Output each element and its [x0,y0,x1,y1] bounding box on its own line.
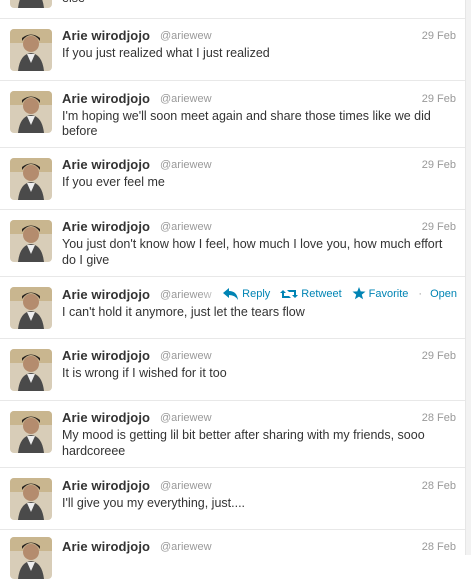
tweet-text-line: do I give [62,253,110,267]
avatar-photo [10,91,52,133]
tweet-text-line: It is wrong if I wished for it too [62,366,227,380]
user-name[interactable]: Arie wirodjojo [62,219,150,234]
user-handle[interactable]: @ariewew [160,541,212,553]
tweet-text-line: I'll give you my everything, just.... [62,496,246,510]
avatar[interactable] [10,220,52,262]
user-handle[interactable]: @ariewew [160,480,212,492]
avatar-photo [10,158,52,200]
tweet-item-partial[interactable]: Arie wirodjojo @ariewew 28 Feb [0,530,465,579]
favorite-label: Favorite [368,287,409,300]
tweet-text-line: I'm hoping we'll soon meet again and sha… [62,109,431,123]
action-separator: · [418,287,423,300]
tweet-item[interactable]: Arie wirodjojo @ariewew 29 Feb I'm hopin… [0,81,465,148]
tweet-item[interactable]: Arie wirodjojo @ariewew 29 Feb It is wro… [0,339,465,401]
reply-arrow-icon [223,287,239,300]
user-name[interactable]: Arie wirodjojo [62,287,150,302]
tweet-text-line: hardcoreee [62,444,126,458]
tweet-timestamp[interactable]: 29 Feb [422,159,456,171]
timeline: else Arie wirodjojo @ariewew 29 Feb If y… [0,0,466,579]
tweet-text-line: If you just realized what I just realize… [62,46,270,60]
tweet-item[interactable]: Arie wirodjojo @ariewew 29 Feb You just … [0,210,465,277]
avatar-photo [10,220,52,262]
user-name[interactable]: Arie wirodjojo [62,91,150,106]
retweet-icon [280,289,299,298]
user-name[interactable]: Arie wirodjojo [62,157,150,172]
tweet-text-line: My mood is getting lil bit better after … [62,428,425,442]
tweet-timestamp[interactable]: 29 Feb [422,350,456,362]
user-handle[interactable]: @ariewew [160,350,212,362]
tweet-text-line: I can't hold it anymore, just let the te… [62,305,305,319]
tweet-timestamp[interactable]: 29 Feb [422,30,456,42]
user-name[interactable]: Arie wirodjojo [62,539,150,554]
tweet-actions: Reply Retweet Favorite · Open [213,287,457,300]
avatar[interactable] [10,478,52,520]
avatar[interactable] [10,287,52,329]
avatar[interactable] [10,158,52,200]
reply-button[interactable]: Reply [223,287,271,300]
tweet-timestamp[interactable]: 29 Feb [422,221,456,233]
user-handle[interactable]: @ariewew [160,221,212,233]
star-icon [352,287,366,300]
user-handle[interactable]: @ariewew [160,159,212,171]
user-name[interactable]: Arie wirodjojo [62,478,150,493]
favorite-button[interactable]: Favorite [352,287,409,300]
user-name[interactable]: Arie wirodjojo [62,28,150,43]
user-handle[interactable]: @ariewew [160,30,212,42]
avatar-photo [10,478,52,520]
user-name[interactable]: Arie wirodjojo [62,348,150,363]
tweet-item[interactable]: Arie wirodjojo @ariewew 28 Feb I'll give… [0,468,465,530]
avatar-photo [10,29,52,71]
user-name[interactable]: Arie wirodjojo [62,410,150,425]
retweet-label: Retweet [301,287,342,300]
tweet-timestamp[interactable]: 29 Feb [422,93,456,105]
avatar-photo [10,537,52,579]
tweet-item-hovered[interactable]: Arie wirodjojo @ariewew Reply Retweet Fa… [0,277,465,339]
scrollbar-track[interactable] [466,0,471,555]
avatar[interactable] [10,29,52,71]
tweet-partial-top[interactable]: else [0,0,465,19]
tweet-item[interactable]: Arie wirodjojo @ariewew 29 Feb If you ju… [0,19,465,81]
avatar-photo [10,287,52,329]
tweet-timestamp[interactable]: 28 Feb [422,412,456,424]
tweet-item[interactable]: Arie wirodjojo @ariewew 29 Feb If you ev… [0,148,465,210]
tweet-text-line: If you ever feel me [62,175,165,189]
open-link[interactable]: Open [430,288,457,300]
avatar-photo [10,349,52,391]
tweet-item[interactable]: Arie wirodjojo @ariewew 28 Feb My mood i… [0,401,465,468]
avatar[interactable] [10,0,52,8]
tweet-text-line: before [62,124,98,138]
tweet-text: else [62,0,458,6]
reply-label: Reply [242,287,271,300]
avatar[interactable] [10,411,52,453]
tweet-text-line: You just don't know how I feel, how much… [62,237,443,251]
user-handle[interactable]: @ariewew [160,93,212,105]
avatar-photo [10,0,52,8]
tweet-timestamp[interactable]: 28 Feb [422,480,456,492]
tweet-timestamp[interactable]: 28 Feb [422,541,456,553]
retweet-button[interactable]: Retweet [280,287,342,300]
avatar[interactable] [10,349,52,391]
user-handle[interactable]: @ariewew [160,412,212,424]
avatar[interactable] [10,91,52,133]
avatar[interactable] [10,537,52,579]
avatar-photo [10,411,52,453]
